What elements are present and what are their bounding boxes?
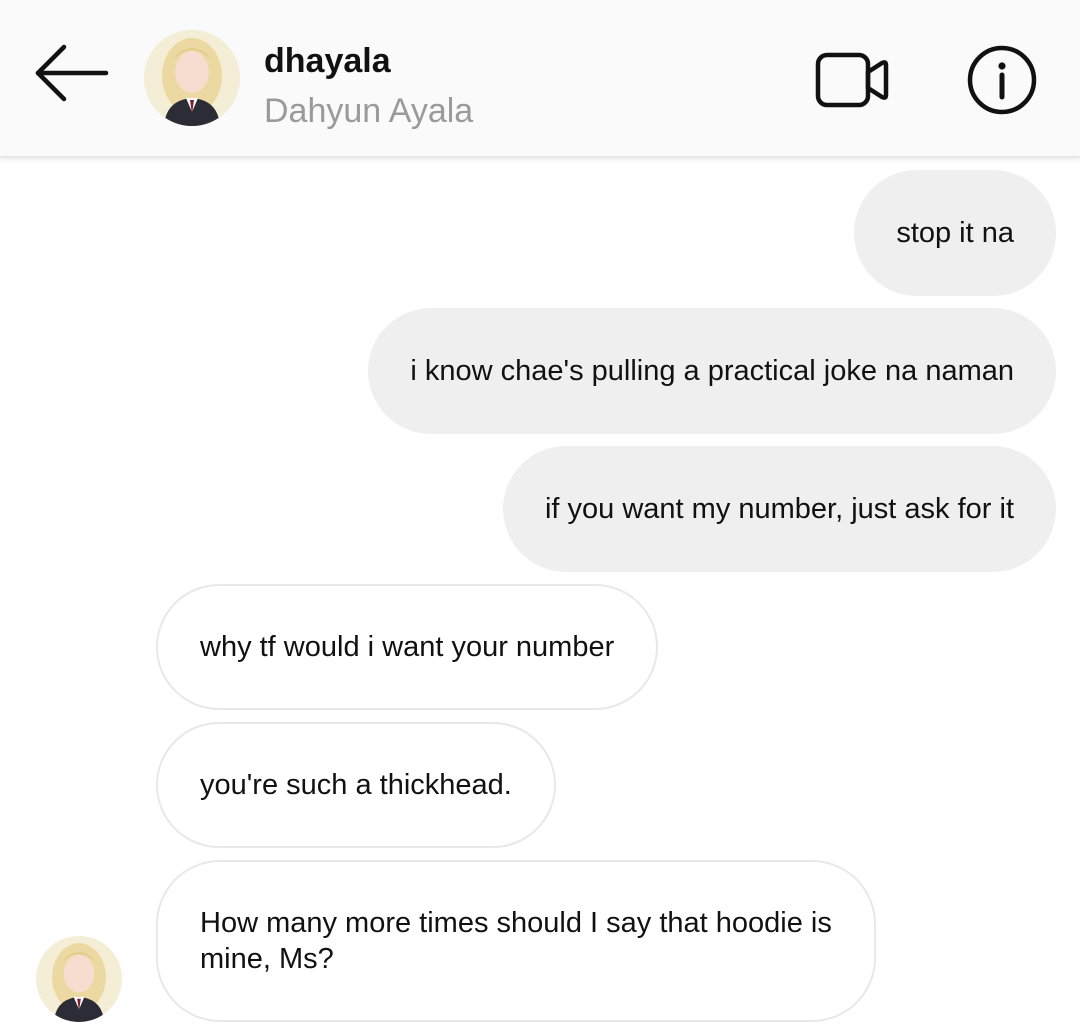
message-bubble-sent[interactable]: i know chae's pulling a practical joke n… bbox=[368, 308, 1056, 434]
arrow-left-icon[interactable] bbox=[28, 38, 112, 108]
message-text: How many more times should I say that ho… bbox=[200, 907, 832, 975]
info-icon[interactable] bbox=[964, 42, 1040, 118]
message-text: stop it na bbox=[896, 217, 1014, 249]
message-thread[interactable]: stop it na i know chae's pulling a pract… bbox=[0, 156, 1080, 1030]
message-bubble-received[interactable]: why tf would i want your number bbox=[156, 584, 659, 710]
display-name: Dahyun Ayala bbox=[264, 92, 474, 130]
chat-header: dhayala Dahyun Ayala bbox=[0, 0, 1080, 157]
username[interactable]: dhayala bbox=[264, 42, 391, 81]
message-text: if you want my number, just ask for it bbox=[544, 493, 1014, 525]
message-bubble-received[interactable]: How many more times should I say that ho… bbox=[156, 860, 876, 1022]
message-text: you're such a thickhead. bbox=[200, 769, 512, 801]
message-bubble-sent[interactable]: if you want my number, just ask for it bbox=[502, 446, 1056, 572]
avatar[interactable] bbox=[144, 30, 240, 126]
message-bubble-received[interactable]: you're such a thickhead. bbox=[156, 722, 556, 848]
sender-avatar[interactable] bbox=[36, 936, 122, 1022]
message-bubble-sent[interactable]: stop it na bbox=[854, 170, 1056, 296]
message-text: i know chae's pulling a practical joke n… bbox=[410, 355, 1014, 387]
message-text: why tf would i want your number bbox=[200, 631, 615, 663]
video-camera-icon[interactable] bbox=[810, 46, 894, 112]
